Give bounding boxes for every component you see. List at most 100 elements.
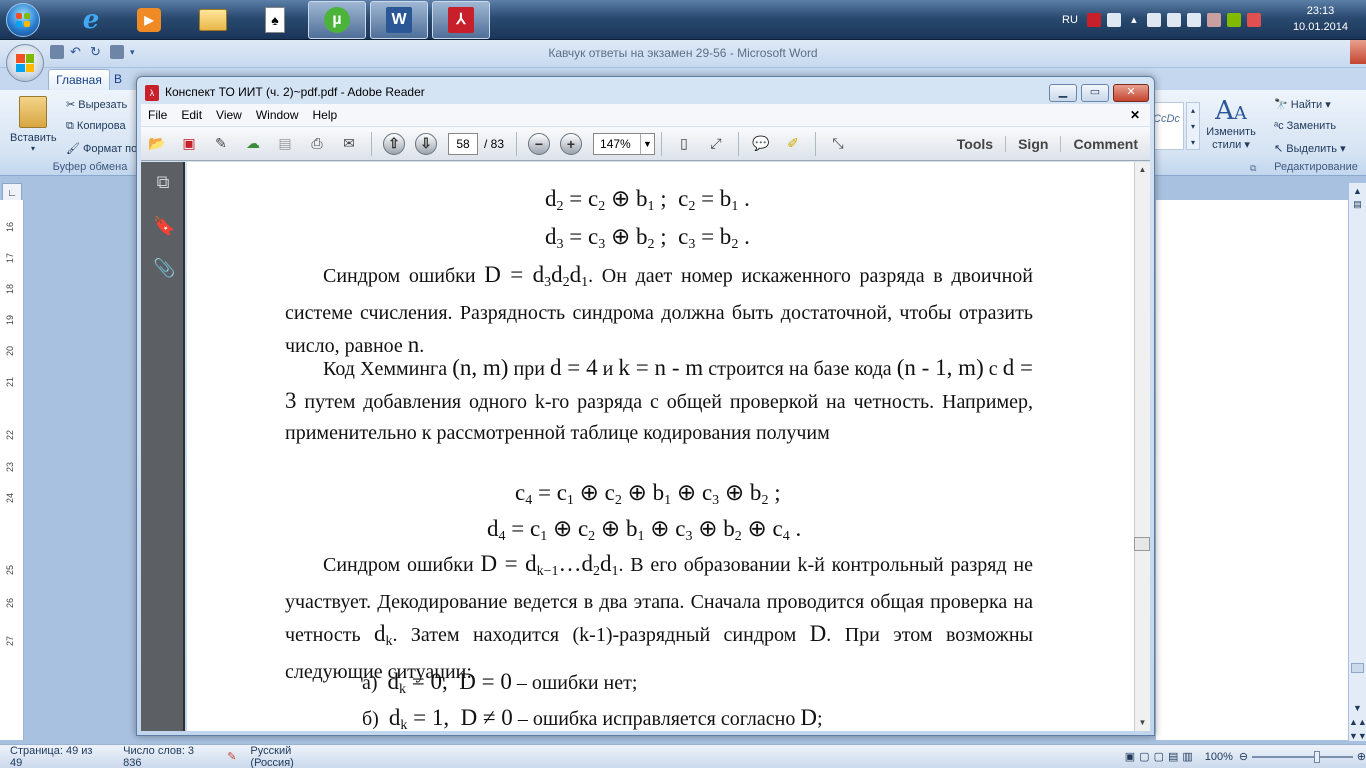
status-words[interactable]: Число слов: 3 836 [123, 745, 209, 768]
tray-volume-mute-icon[interactable] [1206, 13, 1221, 27]
menu-view[interactable]: View [216, 108, 242, 122]
scroll-up-icon[interactable]: ▲ [1135, 162, 1150, 178]
pdf-page[interactable]: d2 = c2 ⊕ b1 ; c2 = b1 . d3 = c3 ⊕ b2 ; … [187, 162, 1134, 731]
start-button[interactable] [2, 1, 44, 39]
reader-vertical-scrollbar[interactable]: ▲ ▼ [1134, 162, 1150, 731]
tab-insert[interactable]: В [114, 72, 122, 86]
find-button[interactable]: 🔭 Найти ▾ [1274, 98, 1331, 111]
print-icon[interactable] [110, 45, 124, 59]
email-icon[interactable]: ✉ [338, 133, 360, 155]
bookmarks-icon[interactable]: 🔖 [153, 216, 175, 238]
menu-file[interactable]: File [148, 108, 167, 122]
replace-button[interactable]: ᵃc Заменить [1274, 120, 1336, 132]
menu-help[interactable]: Help [313, 108, 338, 122]
tray-device-icon[interactable] [1146, 13, 1161, 27]
page-thumbnails-icon[interactable]: ⧉ [153, 172, 173, 194]
fit-page-icon[interactable]: ▯ [673, 133, 695, 155]
taskbar-solitaire-button[interactable]: ♠ [246, 1, 304, 39]
paste-dropdown-icon: ▾ [30, 144, 35, 153]
word-vertical-scrollbar[interactable]: ▲ ▤ ▼ ▲▲ ▼▼ [1348, 183, 1366, 741]
change-styles-label: Изменить [1206, 126, 1256, 138]
styles-scroll[interactable]: ▴ ▾ ▾ [1186, 102, 1200, 150]
tray-flag-icon[interactable] [1246, 13, 1261, 27]
menu-window[interactable]: Window [256, 108, 299, 122]
zoom-select[interactable]: 147% ▼ [593, 132, 656, 155]
create-pdf-icon[interactable]: ▣ [178, 133, 200, 155]
styles-dialog-launcher-icon[interactable]: ⧉ [1250, 163, 1256, 174]
editing-group-label: Редактирование [1274, 161, 1358, 173]
scroll-up-icon[interactable]: ▲ [1349, 183, 1366, 199]
upload-icon[interactable]: ☁ [242, 133, 264, 155]
fit-width-icon[interactable]: ⤢ [705, 133, 727, 155]
copy-button[interactable]: ⧉ Копирова [66, 120, 126, 133]
reader-close-button[interactable]: ✕ [1113, 84, 1149, 102]
prev-page-icon[interactable]: ▲▲ [1349, 717, 1366, 727]
next-page-icon[interactable]: ⇩ [415, 132, 437, 155]
edit-icon[interactable]: ✎ [210, 133, 232, 155]
taskbar-media-player-button[interactable]: ▶ [120, 1, 178, 39]
language-indicator[interactable]: RU [1062, 14, 1078, 26]
ruler-view-icon[interactable]: ▤ [1349, 199, 1366, 215]
taskbar-explorer-button[interactable] [184, 1, 242, 39]
vertical-ruler[interactable]: 16 17 18 19 20 21 22 23 24 25 26 27 [0, 200, 24, 740]
tray-chevron-icon[interactable]: ▴ [1127, 13, 1141, 27]
reader-scroll-thumb[interactable] [1134, 537, 1150, 551]
page-number-input[interactable]: 58 [448, 132, 478, 155]
document-close-icon[interactable]: ✕ [1130, 108, 1140, 122]
clock-date: 10.01.2014 [1292, 21, 1348, 33]
tray-volume-icon[interactable] [1186, 13, 1201, 27]
zoom-out-icon[interactable]: ⊖ [1239, 750, 1248, 763]
change-styles-button[interactable]: AA Изменить стили ▾ [1200, 96, 1262, 151]
redo-icon[interactable]: ↻ [90, 45, 104, 59]
scroll-down-icon[interactable]: ▼ [1349, 703, 1366, 713]
status-language[interactable]: Русский (Россия) [250, 745, 331, 768]
taskbar-word-button[interactable]: W [370, 1, 428, 39]
fullscreen-icon[interactable]: ⤡ [827, 133, 849, 155]
styles-preview[interactable]: CcDc [1152, 102, 1184, 150]
zoom-out-icon[interactable]: − [528, 132, 551, 155]
equation-d3: d3 = c3 ⊕ b2 ; c3 = b2 . [545, 224, 750, 252]
status-zoom[interactable]: 100% [1205, 751, 1233, 763]
reader-maximize-button[interactable]: ▭ [1081, 84, 1109, 102]
word-minimize-button[interactable] [1350, 40, 1366, 64]
zoom-in-icon[interactable]: + [560, 132, 583, 155]
reader-minimize-button[interactable]: ▁ [1049, 84, 1077, 102]
zoom-slider[interactable] [1252, 750, 1353, 763]
clock[interactable]: 23:13 10.01.2014 [1293, 3, 1348, 35]
print-icon[interactable]: ⎙ [306, 133, 328, 155]
office-button[interactable] [6, 44, 44, 82]
view-buttons[interactable]: ▣▢▢▤▥ [1125, 750, 1197, 763]
attachments-icon[interactable]: 📎 [153, 258, 175, 280]
open-icon[interactable]: 📂 [146, 133, 168, 155]
word-page[interactable] [1156, 200, 1348, 740]
comment-link[interactable]: Comment [1060, 135, 1150, 152]
menu-edit[interactable]: Edit [181, 108, 202, 122]
tray-network-icon[interactable] [1166, 13, 1181, 27]
taskbar-ie-button[interactable]: e [62, 1, 120, 39]
status-page[interactable]: Страница: 49 из 49 [10, 745, 101, 768]
tab-home[interactable]: Главная [48, 69, 110, 91]
taskbar-utorrent-button[interactable]: µ [308, 1, 366, 39]
save-icon[interactable] [50, 45, 64, 59]
tray-signal-icon[interactable] [1226, 13, 1241, 27]
format-painter-button[interactable]: 🖌 Формат по [66, 142, 137, 155]
paste-button[interactable]: Вставить ▾ [10, 96, 57, 156]
select-button[interactable]: ↖ Выделить ▾ [1274, 142, 1346, 155]
sign-link[interactable]: Sign [1005, 135, 1060, 152]
cut-button[interactable]: ✂ Вырезать [66, 98, 127, 111]
zoom-in-icon[interactable]: ⊕ [1357, 750, 1366, 763]
comment-icon[interactable]: 💬 [750, 133, 772, 155]
next-page-icon[interactable]: ▼▼ [1349, 731, 1366, 741]
save-icon[interactable]: ▤ [274, 133, 296, 155]
qat-customize-icon[interactable]: ▾ [130, 45, 144, 59]
undo-icon[interactable]: ↶ [70, 45, 84, 59]
tools-link[interactable]: Tools [945, 136, 1005, 152]
taskbar-adobe-reader-button[interactable]: ⅄ [432, 1, 490, 39]
previous-page-icon[interactable]: ⇧ [383, 132, 405, 155]
spellcheck-icon[interactable]: ✎ [227, 750, 236, 763]
scroll-down-icon[interactable]: ▼ [1135, 715, 1150, 731]
tray-pdf-icon[interactable] [1086, 13, 1101, 27]
tray-help-icon[interactable] [1106, 13, 1121, 27]
scroll-thumb[interactable] [1351, 663, 1364, 673]
highlight-icon[interactable]: ✐ [782, 133, 804, 155]
